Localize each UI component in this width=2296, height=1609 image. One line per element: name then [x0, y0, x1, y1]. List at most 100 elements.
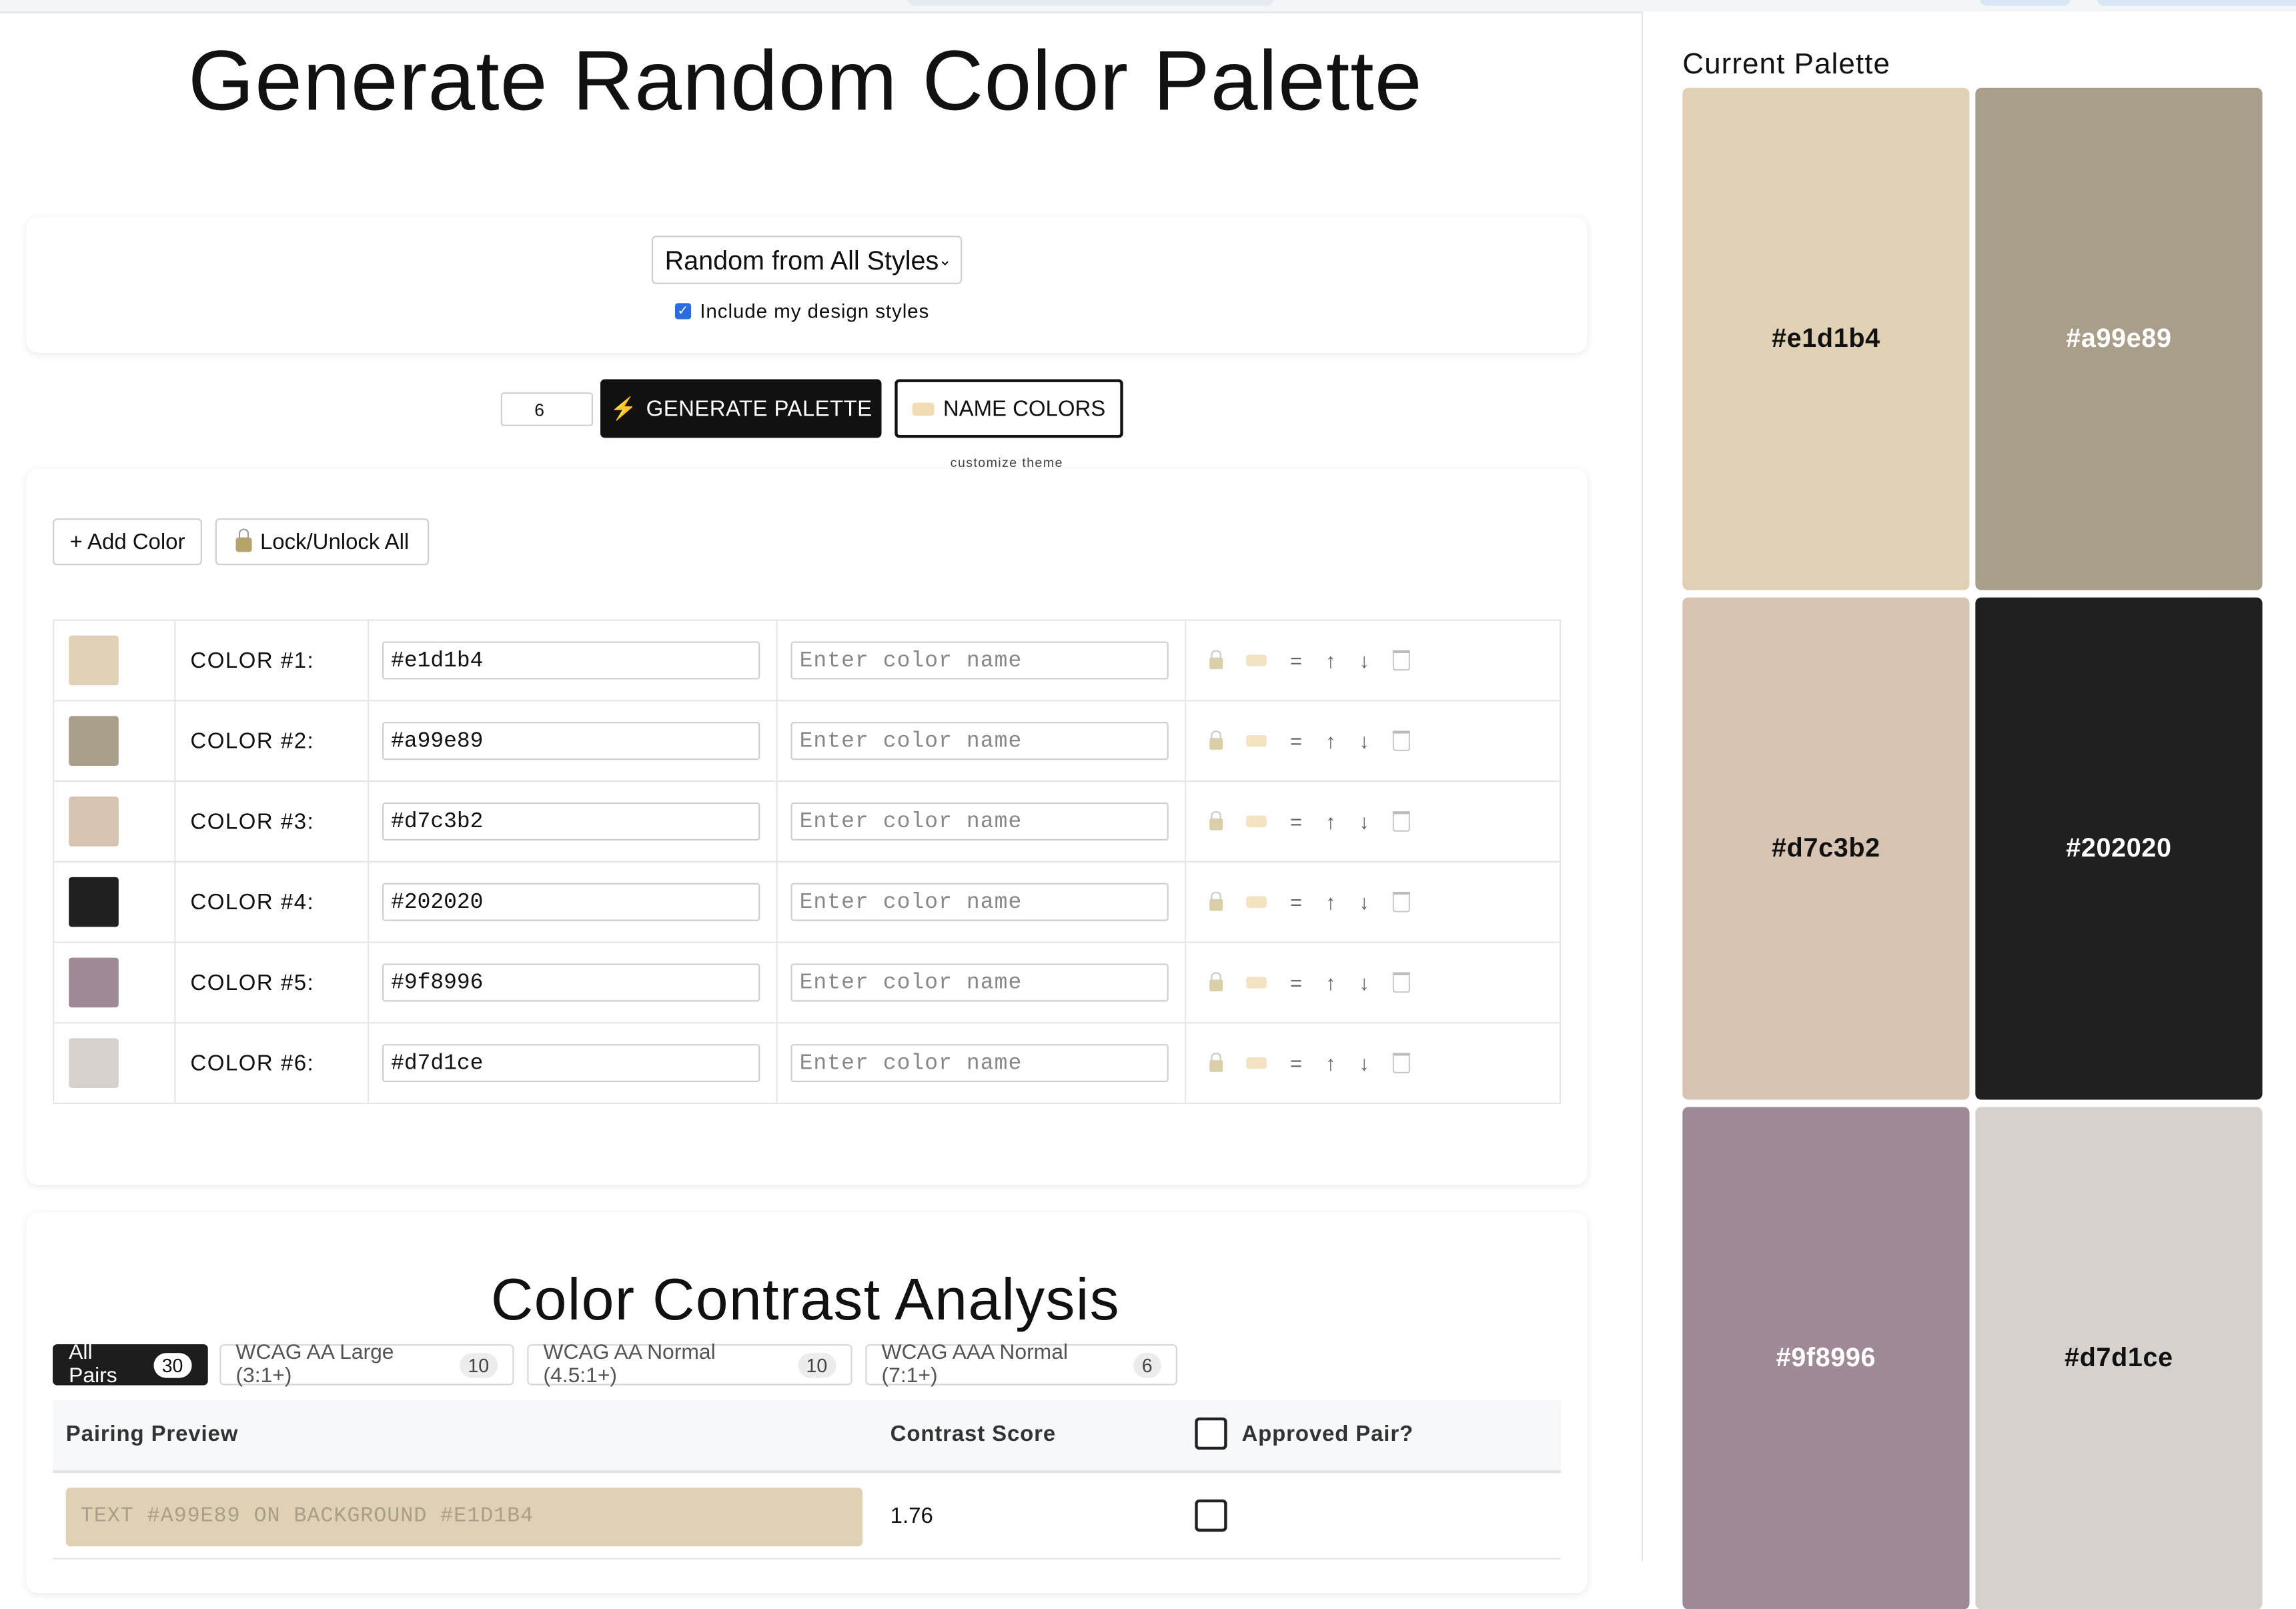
color-swatch[interactable]: [69, 1038, 119, 1088]
swatch-cell: [53, 861, 176, 943]
lock-icon[interactable]: [1209, 730, 1223, 749]
color-swatch[interactable]: [69, 796, 119, 847]
hex-input[interactable]: #d7c3b2: [382, 802, 760, 841]
name-cell: Enter color name: [776, 861, 1187, 943]
generate-palette-button[interactable]: ⚡ GENERATE PALETTE: [600, 379, 882, 438]
hex-input[interactable]: #d7d1ce: [382, 1044, 760, 1083]
color-row: COLOR #2: #a99e89 Enter color name = ↑ ↓: [53, 700, 1562, 782]
equals-icon[interactable]: =: [1290, 810, 1302, 833]
arrow-down-icon[interactable]: ↓: [1359, 729, 1369, 752]
name-cell: Enter color name: [776, 619, 1187, 702]
trash-icon[interactable]: [1393, 730, 1411, 752]
actions-cell: = ↑ ↓: [1184, 1022, 1562, 1105]
equals-icon[interactable]: =: [1290, 1051, 1302, 1075]
tab-wcag-aa-normal[interactable]: WCAG AA Normal (4.5:1+) 10: [527, 1342, 852, 1388]
tag-icon[interactable]: [1246, 654, 1267, 666]
tag-icon[interactable]: [1246, 896, 1267, 908]
include-styles-option[interactable]: ✓ Include my design styles: [674, 300, 929, 322]
color-row: COLOR #1: #e1d1b4 Enter color name = ↑ ↓: [53, 619, 1562, 702]
name-colors-button[interactable]: NAME COLORS: [895, 379, 1123, 438]
equals-icon[interactable]: =: [1290, 648, 1302, 672]
color-label: COLOR #2:: [174, 700, 370, 782]
arrow-up-icon[interactable]: ↑: [1325, 1051, 1335, 1075]
customize-theme-link[interactable]: customize theme: [951, 456, 1063, 470]
tag-icon[interactable]: [1246, 1057, 1267, 1069]
count-badge: 6: [1133, 1352, 1161, 1378]
arrow-down-icon[interactable]: ↓: [1359, 891, 1369, 914]
arrow-up-icon[interactable]: ↑: [1325, 729, 1335, 752]
palette-swatch[interactable]: #202020: [1975, 597, 2263, 1100]
color-name-input[interactable]: Enter color name: [790, 1044, 1169, 1083]
equals-icon[interactable]: =: [1290, 729, 1302, 752]
browser-button[interactable]: [2097, 0, 2296, 6]
trash-icon[interactable]: [1393, 972, 1411, 993]
palette-swatch[interactable]: #a99e89: [1975, 87, 2263, 590]
tab-all-pairs[interactable]: All Pairs 30: [53, 1342, 208, 1388]
hex-input[interactable]: #e1d1b4: [382, 641, 760, 680]
include-styles-checkbox[interactable]: ✓: [674, 303, 692, 320]
tag-icon[interactable]: [1246, 734, 1267, 747]
name-cell: Enter color name: [776, 1022, 1187, 1105]
trash-icon[interactable]: [1393, 1053, 1411, 1074]
pairing-preview-header: Pairing Preview: [65, 1422, 239, 1447]
arrow-up-icon[interactable]: ↑: [1325, 810, 1335, 833]
palette-swatch-hex: #d7d1ce: [2065, 1342, 2173, 1372]
lock-icon[interactable]: [1209, 810, 1223, 830]
lock-icon[interactable]: [1209, 891, 1223, 911]
color-name-input[interactable]: Enter color name: [790, 883, 1169, 921]
lock-icon[interactable]: [1209, 1052, 1223, 1071]
lock-unlock-all-button[interactable]: Lock/Unlock All: [215, 518, 430, 566]
actions-cell: = ↑ ↓: [1184, 941, 1562, 1024]
color-swatch[interactable]: [69, 877, 119, 927]
color-swatch[interactable]: [69, 716, 119, 766]
palette-swatch[interactable]: #d7c3b2: [1682, 597, 1970, 1100]
color-name-input[interactable]: Enter color name: [790, 641, 1169, 680]
arrow-down-icon[interactable]: ↓: [1359, 971, 1369, 994]
approved-pair-checkbox[interactable]: [1195, 1499, 1227, 1532]
color-name-input[interactable]: Enter color name: [790, 722, 1169, 760]
trash-icon[interactable]: [1393, 650, 1411, 671]
arrow-up-icon[interactable]: ↑: [1325, 891, 1335, 914]
hex-input[interactable]: #a99e89: [382, 722, 760, 760]
lock-icon[interactable]: [1209, 971, 1223, 991]
approve-all-checkbox[interactable]: [1195, 1417, 1227, 1450]
swatch-cell: [53, 619, 176, 702]
arrow-down-icon[interactable]: ↓: [1359, 1051, 1369, 1075]
palette-swatch[interactable]: #9f8996: [1682, 1107, 1970, 1609]
color-name-input[interactable]: Enter color name: [790, 963, 1169, 1002]
hex-input[interactable]: #9f8996: [382, 963, 760, 1002]
tab-wcag-aaa-normal[interactable]: WCAG AAA Normal (7:1+) 6: [865, 1342, 1177, 1388]
browser-tab[interactable]: [908, 0, 1274, 6]
palette-swatch[interactable]: #e1d1b4: [1682, 87, 1970, 590]
hex-input[interactable]: #202020: [382, 883, 760, 921]
color-label: COLOR #4:: [174, 861, 370, 943]
page-title: Generate Random Color Palette: [187, 33, 1423, 129]
trash-icon[interactable]: [1393, 891, 1411, 913]
tag-icon[interactable]: [1246, 977, 1267, 989]
hex-cell: #202020: [367, 861, 778, 943]
tab-wcag-aa-large[interactable]: WCAG AA Large (3:1+) 10: [219, 1342, 514, 1388]
lock-icon[interactable]: [1209, 649, 1223, 669]
palette-swatch[interactable]: #d7d1ce: [1975, 1107, 2263, 1609]
arrow-down-icon[interactable]: ↓: [1359, 810, 1369, 833]
arrow-up-icon[interactable]: ↑: [1325, 648, 1335, 672]
color-count-input[interactable]: 6: [500, 392, 594, 426]
equals-icon[interactable]: =: [1290, 971, 1302, 994]
style-select[interactable]: Random from All Styles ⌄: [651, 235, 963, 284]
add-color-button[interactable]: + Add Color: [53, 518, 202, 566]
hex-cell: #a99e89: [367, 700, 778, 782]
color-swatch[interactable]: [69, 635, 119, 686]
tag-icon[interactable]: [1246, 815, 1267, 828]
color-name-input[interactable]: Enter color name: [790, 802, 1169, 841]
color-label: COLOR #1:: [174, 619, 370, 702]
palette-swatch-hex: #9f8996: [1776, 1342, 1876, 1372]
name-cell: Enter color name: [776, 700, 1187, 782]
color-swatch[interactable]: [69, 957, 119, 1008]
trash-icon[interactable]: [1393, 811, 1411, 832]
pairing-preview: TEXT #A99E89 ON BACKGROUND #E1D1B4: [65, 1488, 863, 1547]
equals-icon[interactable]: =: [1290, 891, 1302, 914]
arrow-down-icon[interactable]: ↓: [1359, 648, 1369, 672]
arrow-up-icon[interactable]: ↑: [1325, 971, 1335, 994]
hex-cell: #d7d1ce: [367, 1022, 778, 1105]
browser-button[interactable]: [1979, 0, 2071, 6]
